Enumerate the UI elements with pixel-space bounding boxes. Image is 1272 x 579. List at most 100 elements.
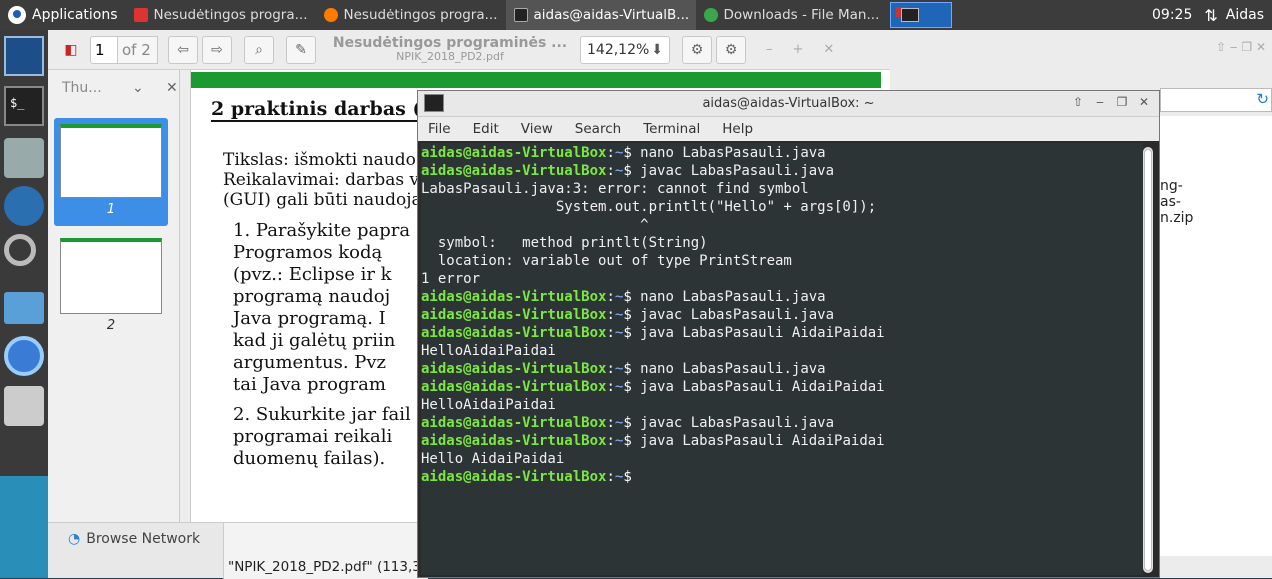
chromium-icon[interactable]: [4, 336, 44, 376]
terminal-line: 1 error: [421, 271, 481, 287]
terminal-line: aidas@aidas-VirtualBox:~$ nano LabasPasa…: [421, 288, 1143, 306]
prompt-path: :~$: [606, 289, 641, 305]
page-count: of 2: [118, 35, 158, 64]
chevron-down-icon: ⬇: [651, 41, 663, 58]
prompt-path: :~$: [606, 307, 641, 323]
fm-status-text: "NPIK_2018_PD2.pdf" (113,3: [228, 559, 421, 575]
file-manager-bottom: ◔ Browse Network "NPIK_2018_PD2.pdf" (113…: [48, 522, 428, 579]
menu-edit[interactable]: Edit: [473, 121, 499, 137]
download-icon: [703, 8, 718, 22]
network-icon[interactable]: ⇅: [1198, 6, 1223, 25]
taskbar-item-filemanager[interactable]: Downloads - File Man...: [696, 0, 886, 30]
terminal-output[interactable]: aidas@aidas-VirtualBox:~$ nano LabasPasa…: [421, 143, 1143, 575]
command-text: javac LabasPasauli.java: [640, 415, 835, 431]
terminal-line: Hello AidaiPaidai: [421, 451, 565, 467]
page-text-line: Reikalavimai: darbas v: [223, 170, 420, 190]
user-menu[interactable]: Aidas: [1224, 7, 1272, 23]
terminal-line: aidas@aidas-VirtualBox:~$ javac LabasPas…: [421, 414, 1143, 432]
page-heading: 2 praktinis darbas (1): [211, 98, 444, 122]
close-button[interactable]: ✕: [823, 42, 834, 57]
page-text-line: programą naudoj: [233, 286, 391, 307]
maximize-button[interactable]: +: [793, 42, 804, 57]
reload-icon[interactable]: ↻: [1256, 90, 1269, 108]
xfce-logo-icon: [8, 6, 26, 24]
prompt-path: :~$: [606, 361, 641, 377]
workspace-1[interactable]: [889, 2, 952, 28]
applications-menu[interactable]: Applications: [0, 0, 126, 30]
taskbar-item-terminal[interactable]: aidas@aidas-VirtualB...: [505, 0, 696, 30]
terminal-line: System.out.printlt("Hello" + args[0]);: [421, 199, 877, 215]
command-text: java LabasPasauli AidaiPaidai: [640, 379, 885, 395]
app-store-icon[interactable]: [4, 386, 44, 426]
terminal-line: HelloAidaiPaidai: [421, 397, 556, 413]
prev-page-button[interactable]: ⇦: [168, 35, 198, 64]
menu-view[interactable]: View: [521, 121, 553, 137]
terminal-menubar: File Edit View Search Terminal Help: [418, 117, 1159, 141]
fm-window-controls[interactable]: ⇧ ‒ ❐ ✕: [1216, 40, 1266, 54]
page-text-line: Programos kodą: [233, 242, 383, 263]
browse-network-item[interactable]: ◔ Browse Network: [68, 531, 200, 547]
terminal-line: aidas@aidas-VirtualBox:~$ nano LabasPasa…: [421, 360, 1143, 378]
workspace-pager[interactable]: [889, 0, 952, 30]
prompt-user: aidas@aidas-VirtualBox: [421, 325, 607, 341]
folder-icon[interactable]: [4, 292, 44, 324]
task-label: Nesudėtingos progra...: [153, 7, 308, 23]
page-number-input[interactable]: 1: [90, 35, 118, 64]
search-button[interactable]: ⌕: [244, 35, 274, 64]
page-text-line: programai reikali: [233, 426, 393, 447]
terminal-line: ^: [421, 217, 649, 233]
menu-file[interactable]: File: [428, 121, 451, 137]
close-icon[interactable]: ✕: [166, 80, 178, 96]
minimize-button[interactable]: ‒: [1091, 95, 1109, 113]
terminal-launcher-icon[interactable]: $_: [4, 86, 44, 126]
terminal-line: aidas@aidas-VirtualBox:~$ javac LabasPas…: [421, 306, 1143, 324]
page-text-line: (GUI) gali būti naudojar: [223, 190, 430, 210]
terminal-scrollbar[interactable]: [1143, 147, 1153, 573]
home-folder-icon[interactable]: [4, 138, 44, 178]
menu-terminal[interactable]: Terminal: [643, 121, 700, 137]
annotate-button[interactable]: ✎: [286, 35, 316, 64]
prompt-user: aidas@aidas-VirtualBox: [421, 307, 607, 323]
command-text: javac LabasPasauli.java: [640, 307, 835, 323]
close-button[interactable]: ✕: [1135, 95, 1153, 113]
desktop-icon[interactable]: [4, 36, 44, 76]
menu-search[interactable]: Search: [575, 121, 621, 137]
fm-content[interactable]: ng- as- n.zip: [1160, 116, 1272, 556]
prompt-user: aidas@aidas-VirtualBox: [421, 469, 607, 485]
pdf-icon: [133, 8, 148, 22]
chevron-down-icon[interactable]: ⌄: [132, 80, 166, 96]
thumbnail-page-2[interactable]: [60, 238, 162, 314]
pdf-app-icon: ◧: [64, 41, 78, 58]
terminal-line: aidas@aidas-VirtualBox:~$ java LabasPasa…: [421, 378, 1143, 396]
gear-icon[interactable]: ⚙: [682, 35, 712, 64]
file-item-label[interactable]: ng- as- n.zip: [1160, 178, 1193, 226]
command-text: nano LabasPasauli.java: [640, 361, 826, 377]
prompt-path: :~$: [606, 379, 641, 395]
terminal-line: aidas@aidas-VirtualBox:~$ java LabasPasa…: [421, 324, 1143, 342]
web-browser-icon[interactable]: [4, 186, 44, 226]
maximize-button[interactable]: ❐: [1113, 95, 1131, 113]
search-icon[interactable]: [4, 234, 36, 266]
settings-button[interactable]: ⚙: [716, 35, 746, 64]
zoom-select[interactable]: 142,12% ⬇: [580, 35, 670, 64]
terminal-line: location: variable out of type PrintStre…: [421, 253, 792, 269]
menu-help[interactable]: Help: [722, 121, 753, 137]
thumbnail-page-1[interactable]: [60, 124, 162, 198]
prompt-user: aidas@aidas-VirtualBox: [421, 433, 607, 449]
wifi-icon: ◔: [68, 531, 81, 547]
taskbar-item-firefox[interactable]: Nesudėtingos progra...: [316, 0, 506, 30]
prompt-user: aidas@aidas-VirtualBox: [421, 379, 607, 395]
minimize-button[interactable]: –: [766, 42, 773, 57]
shade-button[interactable]: ⇧: [1069, 95, 1087, 113]
terminal-line: symbol: method printlt(String): [421, 235, 708, 251]
taskbar-item-pdf[interactable]: Nesudėtingos progra...: [126, 0, 316, 30]
next-page-button[interactable]: ⇨: [202, 35, 232, 64]
page-text-line: (pvz.: Eclipse ir k: [233, 264, 392, 285]
page-text-line: Java programą. I: [233, 308, 386, 329]
fm-address-bar[interactable]: ↻: [1160, 88, 1272, 112]
thumbnail-page-number: 1: [106, 202, 116, 217]
terminal-titlebar[interactable]: aidas@aidas-VirtualBox: ~ ⇧ ‒ ❐ ✕: [418, 91, 1159, 117]
thumbnail-page-number: 2: [106, 318, 116, 333]
clock[interactable]: 09:25: [1146, 7, 1198, 23]
prompt-user: aidas@aidas-VirtualBox: [421, 163, 607, 179]
